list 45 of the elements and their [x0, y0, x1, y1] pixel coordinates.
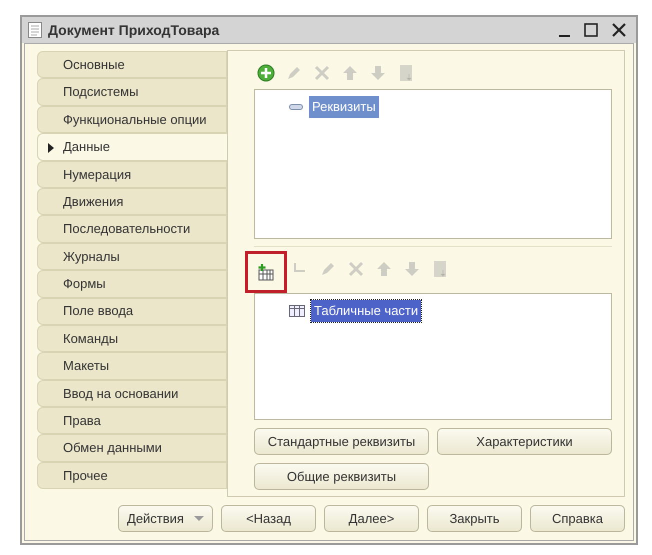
- plus-icon: [257, 64, 275, 82]
- delete-icon: [313, 64, 331, 82]
- side-tab[interactable]: Подсистемы: [37, 78, 227, 106]
- side-tab[interactable]: Последовательности: [37, 215, 227, 243]
- side-tab[interactable]: Функциональные опции: [37, 106, 227, 134]
- side-tab[interactable]: Журналы: [37, 242, 227, 270]
- up-arrow-icon: [375, 260, 393, 278]
- list-icon: [431, 260, 449, 278]
- side-tab[interactable]: Прочее: [37, 462, 227, 490]
- side-tab[interactable]: Команды: [37, 324, 227, 352]
- footer-button[interactable]: <Назад: [221, 505, 316, 532]
- close-icon: [612, 22, 626, 37]
- footer-button[interactable]: Далее>: [324, 505, 419, 532]
- footer-button[interactable]: Действия: [118, 505, 213, 532]
- side-tab[interactable]: Формы: [37, 270, 227, 298]
- side-tab[interactable]: Обмен данными: [37, 434, 227, 462]
- side-tab[interactable]: Макеты: [37, 352, 227, 380]
- tree-item[interactable]: Табличные части: [311, 300, 422, 322]
- footer-button[interactable]: Справка: [530, 505, 625, 532]
- footer-button[interactable]: Закрыть: [427, 505, 522, 532]
- add-table-button[interactable]: [248, 254, 284, 290]
- document-icon: [28, 22, 42, 38]
- panel-button[interactable]: Стандартные реквизиты: [254, 428, 429, 455]
- collapse-icon[interactable]: [289, 102, 303, 111]
- add-table-icon: [257, 263, 275, 281]
- side-tab[interactable]: Нумерация: [37, 160, 227, 188]
- panel-button[interactable]: Характеристики: [437, 428, 612, 455]
- maximize-icon: [584, 22, 598, 37]
- side-tab[interactable]: Данные: [37, 133, 227, 161]
- side-tab[interactable]: Поле ввода: [37, 298, 227, 325]
- pencil-icon: [319, 260, 337, 278]
- side-tab[interactable]: Ввод на основании: [37, 380, 227, 408]
- panel-button[interactable]: Общие реквизиты: [254, 463, 429, 490]
- down-arrow-icon: [369, 64, 387, 82]
- table-icon: [289, 304, 305, 317]
- pencil-icon: [285, 64, 303, 82]
- up-arrow-icon: [341, 64, 359, 82]
- window-title: Документ ПриходТовара: [48, 20, 220, 40]
- list-icon: [397, 64, 415, 82]
- side-tab[interactable]: Движения: [37, 188, 227, 216]
- minimize-icon: [559, 35, 570, 37]
- side-tab[interactable]: Основные: [37, 51, 227, 78]
- delete-icon: [347, 260, 365, 278]
- down-arrow-icon: [403, 260, 421, 278]
- side-tab[interactable]: Права: [37, 407, 227, 434]
